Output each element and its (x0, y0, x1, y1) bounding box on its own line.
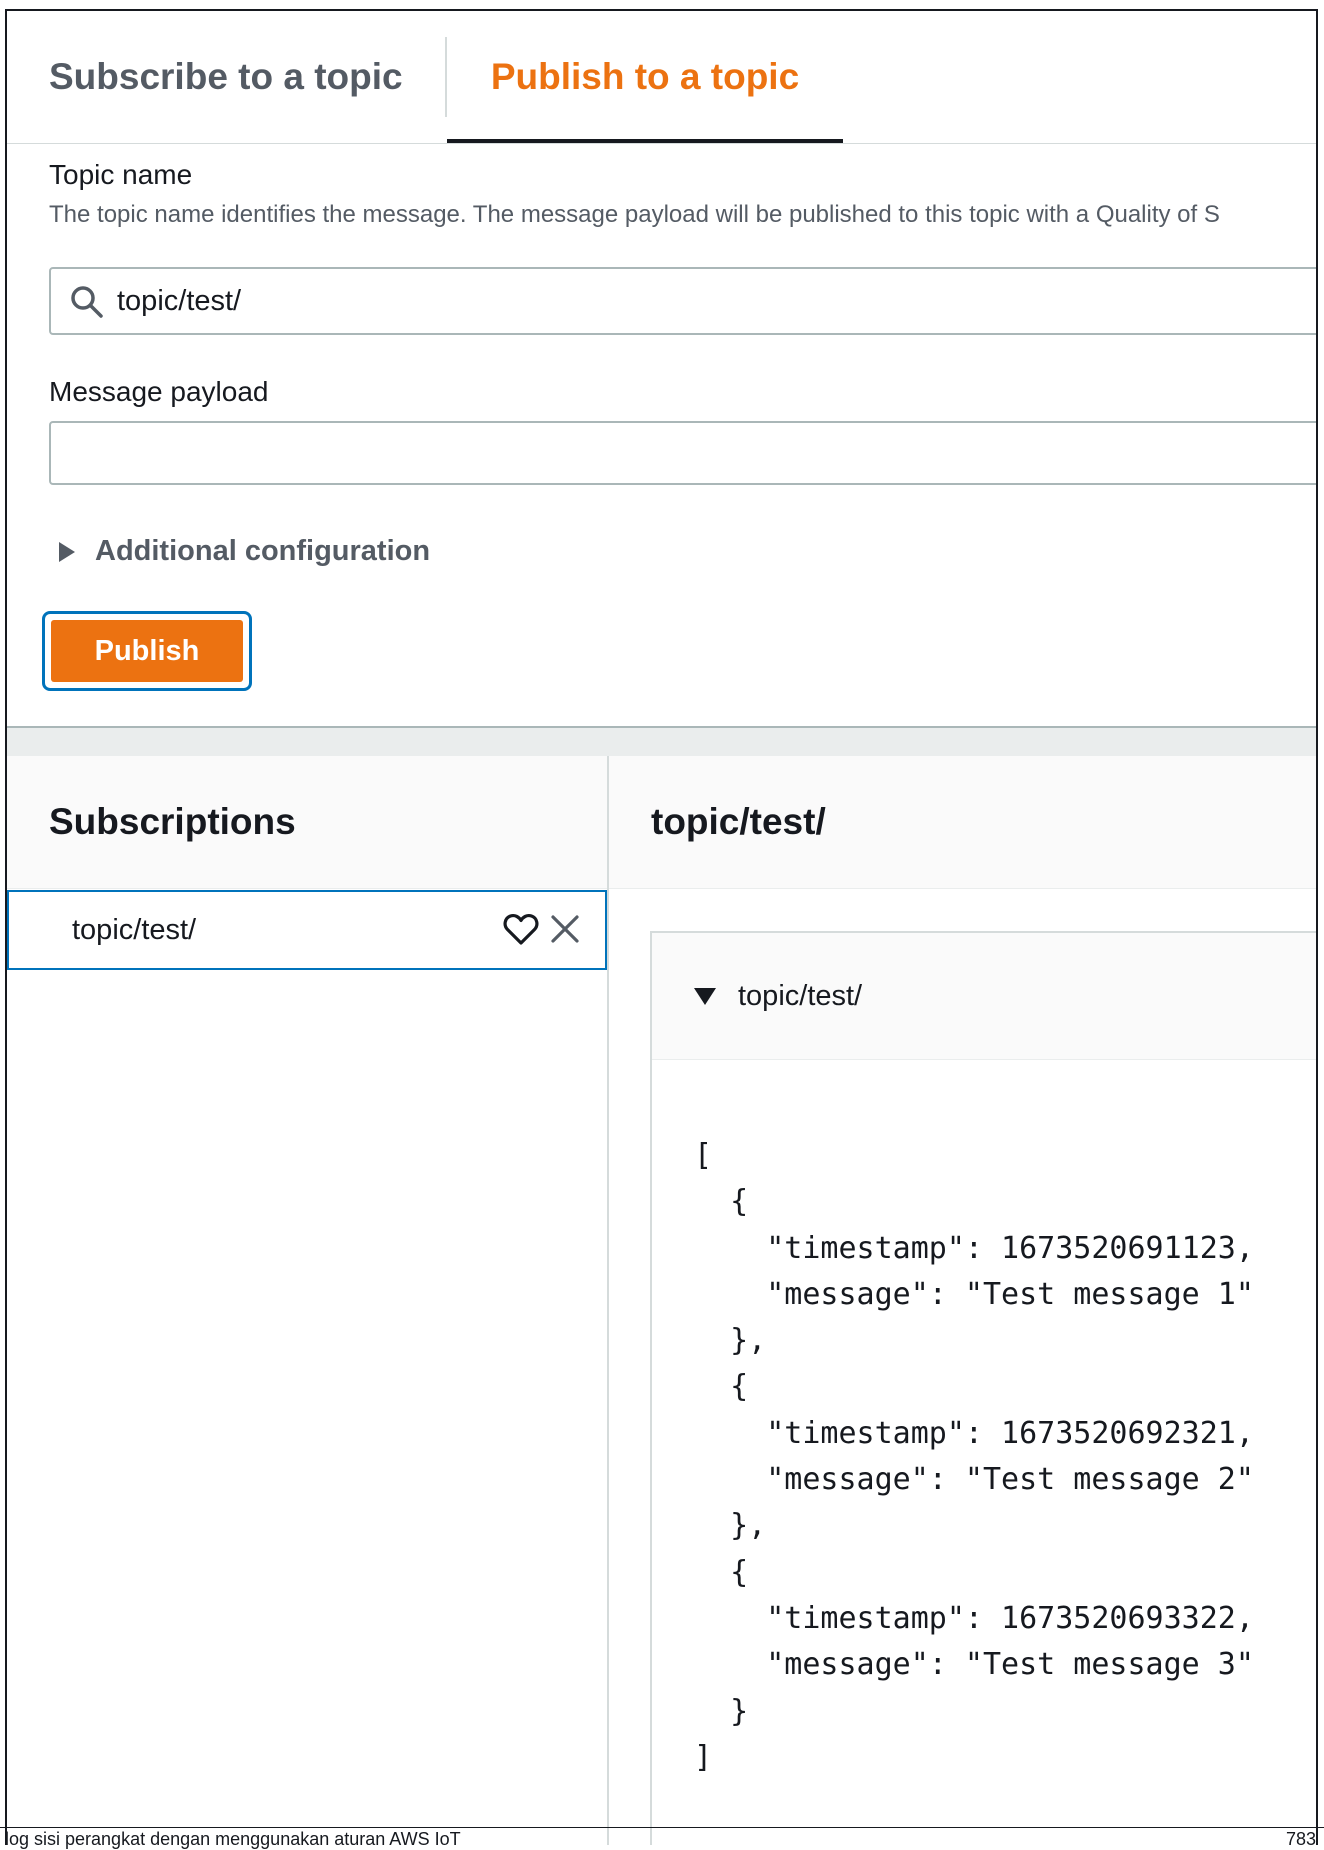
footer-divider (0, 1827, 1324, 1828)
message-card-topic: topic/test/ (738, 980, 863, 1012)
additional-configuration-label: Additional configuration (95, 535, 431, 567)
additional-configuration-toggle[interactable]: Additional configuration (59, 535, 430, 568)
search-icon (71, 286, 103, 318)
topic-name-input[interactable]: topic/test/ (49, 267, 1316, 335)
page-number: 783 (1285, 1829, 1316, 1849)
subscription-item[interactable]: topic/test/ (7, 890, 607, 970)
topic-name-label: Topic name (49, 159, 193, 190)
messages-header: topic/test/ (609, 756, 1316, 889)
tab-bar: Subscribe to a topic Publish to a topic (7, 11, 1316, 144)
heart-icon[interactable] (503, 912, 539, 946)
caret-right-icon (59, 541, 75, 562)
message-payload-input[interactable] (49, 421, 1316, 485)
tab-subscribe[interactable]: Subscribe to a topic (49, 11, 403, 143)
subscriptions-title: Subscriptions (49, 801, 296, 842)
topic-name-description: The topic name identifies the message. T… (49, 201, 1220, 228)
subscription-item-label: topic/test/ (72, 914, 197, 946)
tab-publish[interactable]: Publish to a topic (447, 11, 843, 143)
topic-name-value: topic/test/ (117, 285, 242, 317)
footer-chapter-title: log sisi perangkat dengan menggunakan at… (5, 1829, 461, 1849)
messages-title: topic/test/ (651, 801, 826, 842)
publish-button[interactable]: Publish (51, 620, 243, 682)
active-tab-indicator (447, 139, 843, 143)
message-card: topic/test/ [ { "timestamp": 16735206911… (650, 931, 1316, 1845)
caret-down-icon (694, 988, 716, 1005)
message-card-header[interactable]: topic/test/ (652, 933, 1316, 1060)
subscriptions-header: Subscriptions (7, 756, 607, 889)
section-divider (7, 726, 1316, 758)
subscriptions-pane: Subscriptions topic/test/ (7, 756, 609, 1845)
app-frame: Subscribe to a topic Publish to a topic … (5, 9, 1318, 1845)
publish-button-focus-ring: Publish (42, 611, 252, 691)
message-payload-label: Message payload (49, 376, 269, 407)
close-icon[interactable] (549, 913, 581, 945)
message-payload-json: [ { "timestamp": 1673520691123, "message… (694, 1138, 1254, 1775)
